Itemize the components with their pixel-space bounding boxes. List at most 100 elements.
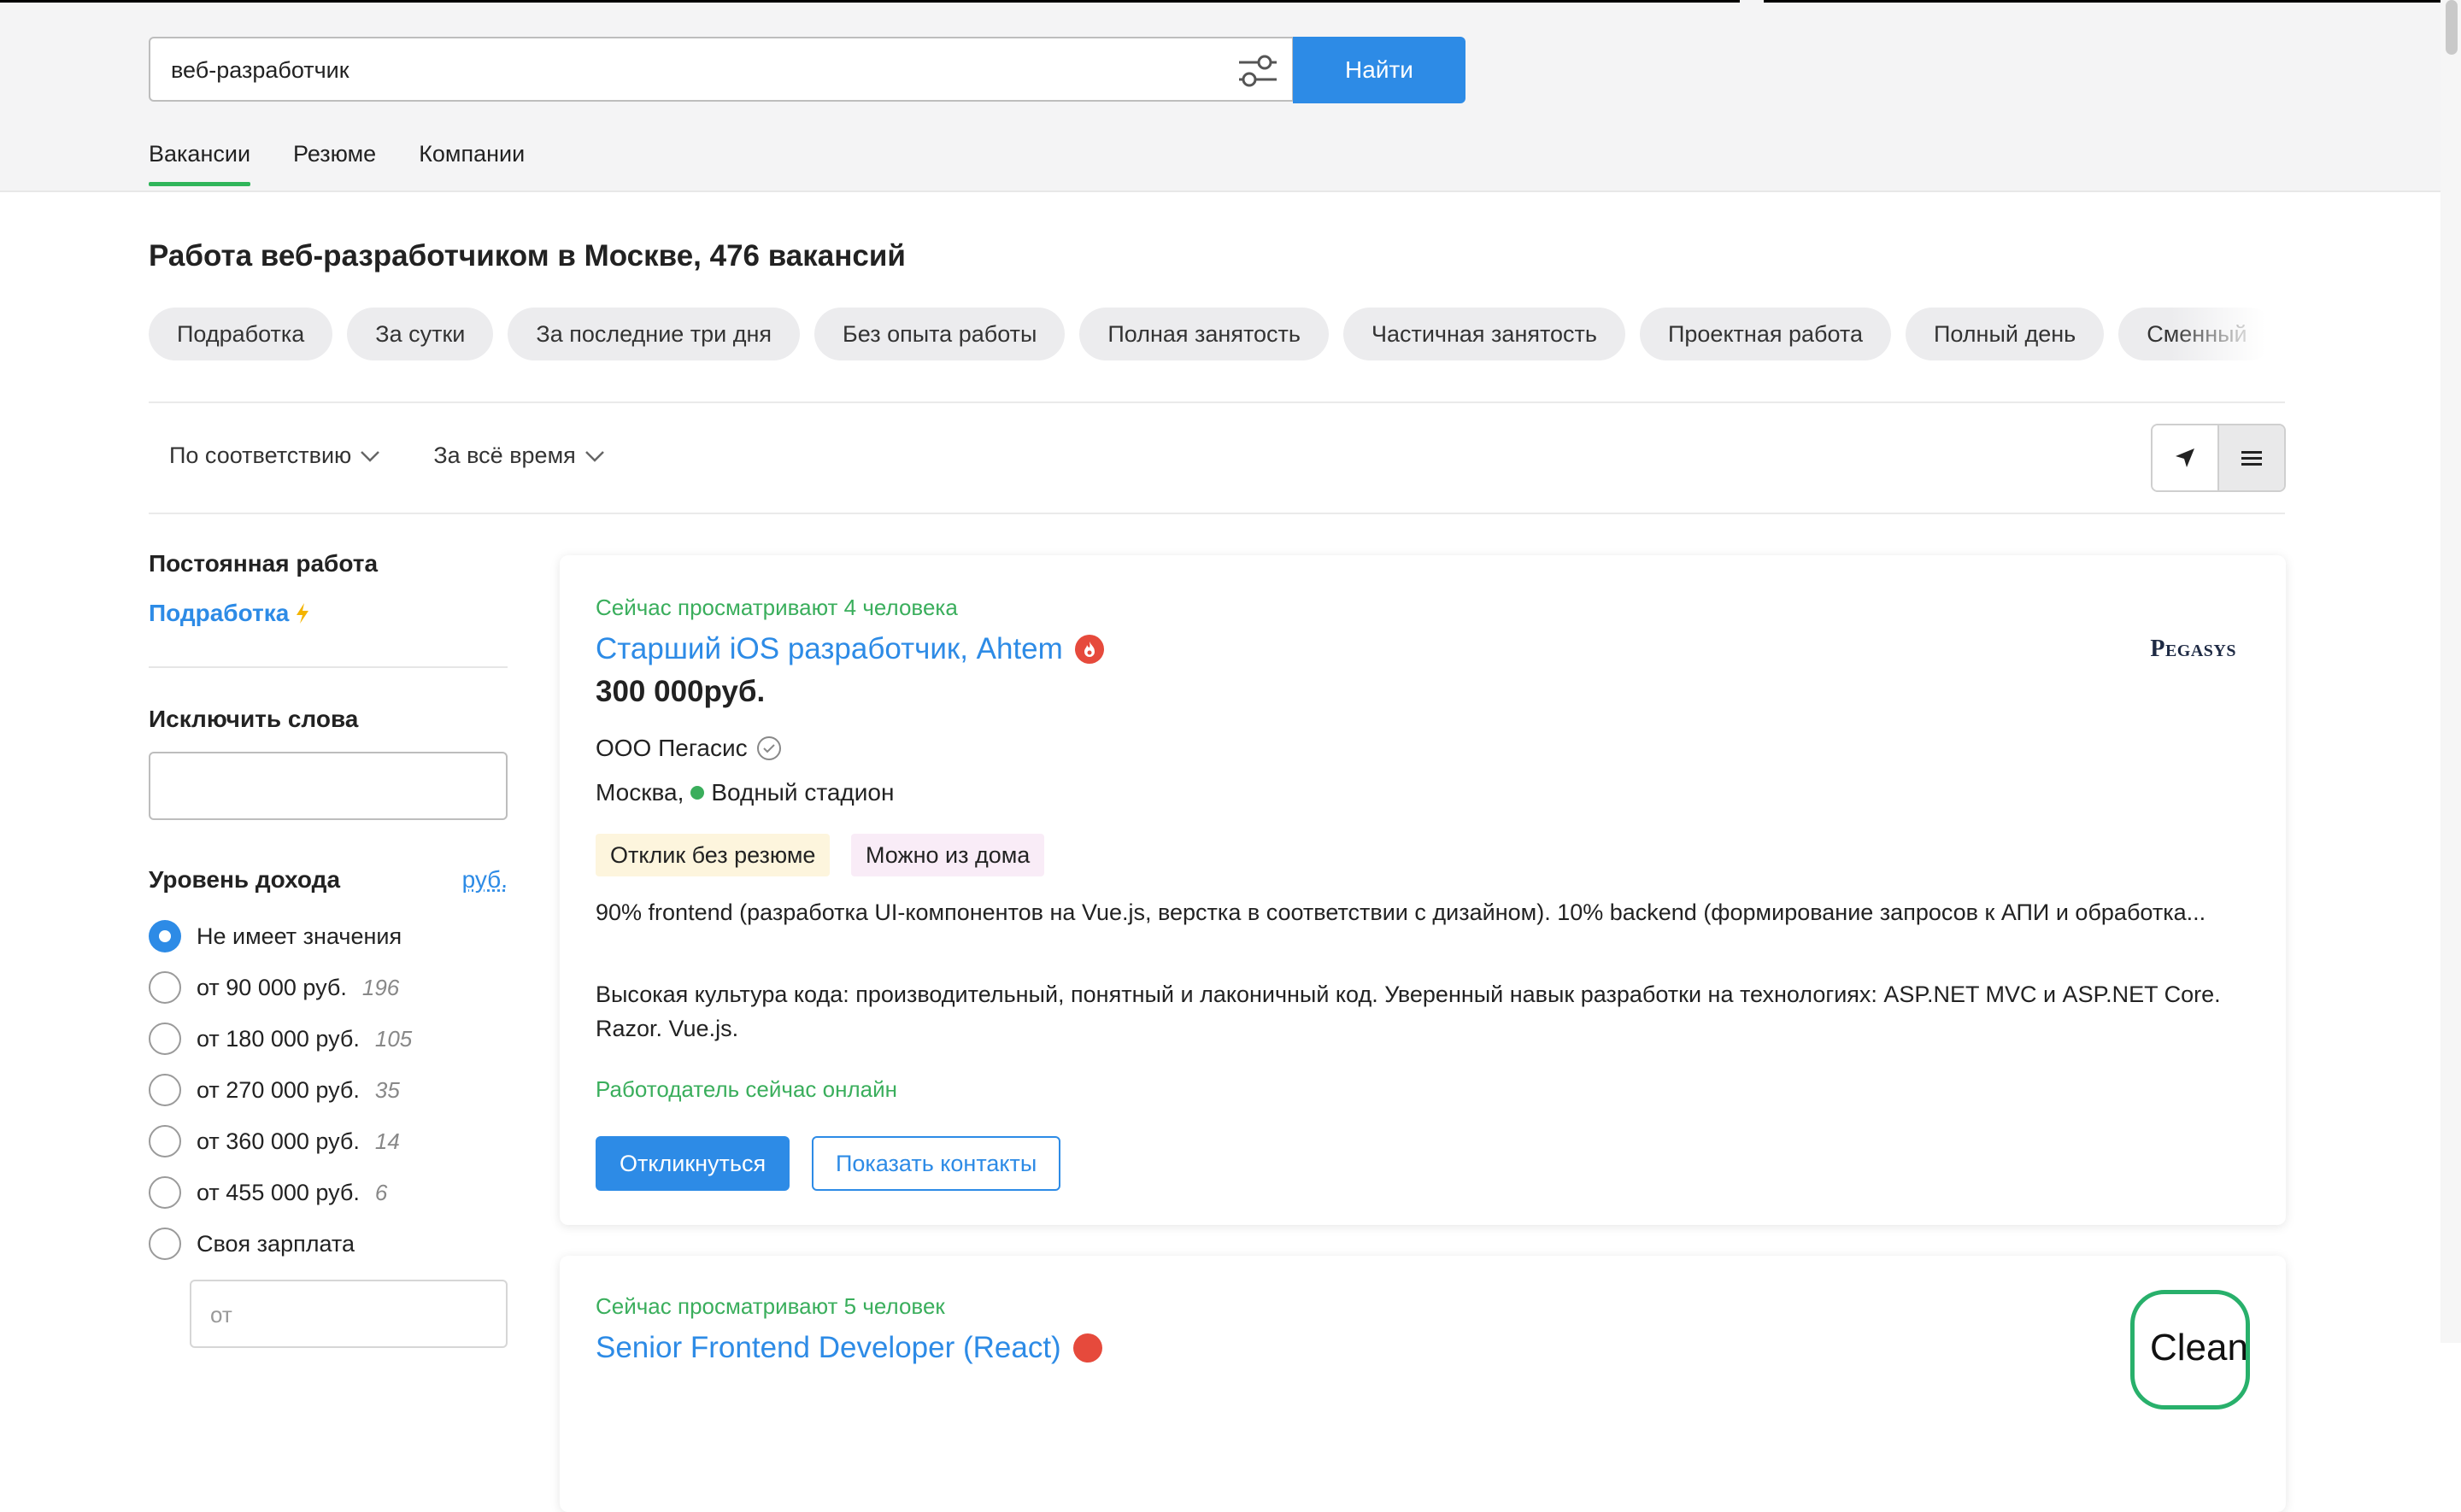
- income-option-label: от 90 000 руб.: [197, 974, 347, 1000]
- income-option-count: 105: [374, 1025, 413, 1052]
- vacancy-card[interactable]: Сейчас просматривают 4 человека Старший …: [560, 555, 2286, 1225]
- radio[interactable]: [149, 1023, 181, 1055]
- exclude-words-input[interactable]: [149, 752, 508, 820]
- list-icon: [2241, 451, 2262, 466]
- company-logo-text: Clean: [2150, 1327, 2248, 1368]
- radio[interactable]: [149, 1176, 181, 1209]
- exclude-words-heading: Исключить слова: [149, 706, 359, 732]
- tab-resumes[interactable]: Резюме: [293, 141, 376, 186]
- tab-vacancies[interactable]: Вакансии: [149, 141, 251, 186]
- map-view-button[interactable]: [2153, 425, 2217, 490]
- fire-icon: [1072, 1333, 1102, 1363]
- company-logo[interactable]: Clean: [2130, 1290, 2250, 1409]
- vacancy-location: Москва, Водный стадион: [596, 779, 894, 806]
- part-time-label: Подработка: [149, 600, 290, 626]
- chip-project-work[interactable]: Проектная работа: [1639, 308, 1891, 360]
- metro-station: Водный стадион: [711, 779, 895, 806]
- viewers-count: Сейчас просматривают 5 человек: [596, 1293, 945, 1319]
- vacancy-salary: 300 000руб.: [596, 675, 766, 708]
- filter-settings-icon[interactable]: [1236, 52, 1280, 90]
- list-view-button[interactable]: [2217, 425, 2284, 490]
- chip-last-day[interactable]: За сутки: [347, 308, 494, 360]
- chip-last-three-days[interactable]: За последние три дня: [508, 308, 801, 360]
- income-option[interactable]: от 360 000 руб. 14: [149, 1116, 508, 1167]
- apply-button[interactable]: Откликнуться: [596, 1136, 790, 1191]
- page-scrollbar[interactable]: [2440, 0, 2461, 1343]
- chip-full-day[interactable]: Полный день: [1905, 308, 2105, 360]
- income-option-label: от 455 000 руб.: [197, 1179, 360, 1205]
- verified-check-icon: [756, 736, 781, 760]
- income-option-label: Своя зарплата: [197, 1230, 355, 1257]
- income-option-count: 196: [361, 974, 400, 1000]
- income-option-count: 35: [374, 1076, 400, 1103]
- chip-full-employment[interactable]: Полная занятость: [1079, 308, 1329, 360]
- chip-no-experience[interactable]: Без опыта работы: [814, 308, 1066, 360]
- income-option-label: от 180 000 руб.: [197, 1025, 360, 1052]
- search-query[interactable]: веб-разработчик: [171, 57, 349, 84]
- income-option-count: 6: [374, 1179, 388, 1205]
- chips-fade: [2170, 308, 2282, 360]
- filters-sidebar: Постоянная работа Подработка Исключить с…: [149, 550, 508, 1348]
- chip-part-time[interactable]: Подработка: [149, 308, 333, 360]
- company-logo[interactable]: Pegasys: [2150, 636, 2236, 663]
- tag-no-resume: Отклик без резюме: [596, 834, 831, 876]
- quick-filter-chips: Подработка За сутки За последние три дня Бе…: [149, 308, 2276, 360]
- income-option[interactable]: Своя зарплата: [149, 1218, 508, 1269]
- lightning-icon: [297, 603, 309, 624]
- radio[interactable]: [149, 1074, 181, 1106]
- divider: [149, 401, 2285, 403]
- radio[interactable]: [149, 971, 181, 1004]
- fire-icon: [1074, 635, 1104, 664]
- vacancy-requirements: Высокая культура кода: производительный,…: [596, 982, 2221, 1041]
- vacancy-title: Senior Frontend Developer (React): [596, 1331, 1061, 1364]
- navigation-arrow-icon: [2176, 448, 2194, 467]
- vacancy-description: 90% frontend (разработка UI-компонентов …: [596, 900, 2206, 925]
- chevron-down-icon: [584, 450, 604, 462]
- search-button[interactable]: Найти: [1293, 37, 1465, 103]
- radio[interactable]: [149, 1125, 181, 1157]
- sort-period-dropdown[interactable]: За всё время: [433, 442, 604, 469]
- chevron-down-icon: [361, 450, 380, 462]
- section-tabs: Вакансии Резюме Компании: [149, 141, 525, 186]
- page-title: Работа веб-разработчиком в Москве, 476 в…: [149, 239, 906, 273]
- vacancy-title-link[interactable]: Senior Frontend Developer (React): [596, 1331, 1102, 1365]
- income-header: Уровень дохода руб.: [149, 866, 508, 894]
- divider: [149, 513, 2285, 514]
- sort-controls: По соответствию За всё время: [169, 442, 605, 469]
- custom-salary-input[interactable]: от: [190, 1280, 508, 1348]
- vacancy-card[interactable]: Сейчас просматривают 5 человек Senior Fr…: [560, 1256, 2286, 1512]
- income-option[interactable]: Не имеет значения: [149, 911, 508, 962]
- viewers-count: Сейчас просматривают 4 человека: [596, 595, 958, 620]
- income-options: Не имеет значения от 90 000 руб. 196 от 1…: [149, 911, 508, 1269]
- radio-checked[interactable]: [149, 920, 181, 952]
- part-time-link[interactable]: Подработка: [149, 600, 508, 627]
- income-option-label: от 270 000 руб.: [197, 1076, 360, 1103]
- income-option-count: 14: [374, 1128, 400, 1154]
- income-option[interactable]: от 455 000 руб. 6: [149, 1167, 508, 1218]
- radio[interactable]: [149, 1228, 181, 1260]
- scrollbar-thumb[interactable]: [2446, 0, 2458, 55]
- vacancy-title: Старший iOS разработчик, Ahtem: [596, 632, 1063, 665]
- income-option[interactable]: от 90 000 руб. 196: [149, 962, 508, 1013]
- search-input[interactable]: веб-разработчик: [149, 37, 1294, 102]
- vacancy-title-link[interactable]: Старший iOS разработчик, Ahtem: [596, 632, 1104, 666]
- currency-link[interactable]: руб.: [462, 866, 508, 894]
- employer-online-status: Работодатель сейчас онлайн: [596, 1076, 897, 1102]
- show-contacts-button[interactable]: Показать контакты: [812, 1136, 1061, 1191]
- income-heading: Уровень дохода: [149, 866, 341, 893]
- chip-partial-employment[interactable]: Частичная занятость: [1342, 308, 1625, 360]
- metro-line-icon: [690, 786, 705, 800]
- search-header: веб-разработчик Найти Вакансии Резюме Ко…: [0, 3, 2461, 192]
- sort-period-label: За всё время: [433, 442, 576, 468]
- salary-placeholder: от: [210, 1302, 232, 1327]
- sort-relevance-label: По соответствию: [169, 442, 352, 468]
- sidebar-divider: [149, 666, 508, 668]
- company-name-link[interactable]: ООО Пегасис: [596, 735, 782, 762]
- sort-relevance-dropdown[interactable]: По соответствию: [169, 442, 380, 469]
- tag-remote: Можно из дома: [851, 834, 1045, 876]
- income-option[interactable]: от 270 000 руб. 35: [149, 1064, 508, 1116]
- tab-companies[interactable]: Компании: [419, 141, 525, 186]
- income-option[interactable]: от 180 000 руб. 105: [149, 1013, 508, 1064]
- permanent-work-heading: Постоянная работа: [149, 550, 379, 577]
- company-name: ООО Пегасис: [596, 735, 748, 761]
